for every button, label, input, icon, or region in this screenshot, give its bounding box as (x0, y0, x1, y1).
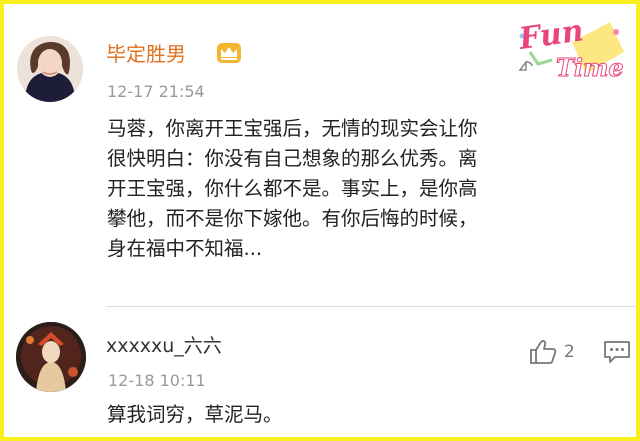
comment-time: 12-18 10:11 (108, 371, 206, 390)
funtime-logo: Fun Time (512, 12, 630, 90)
comment-line: 开王宝强，你什么都不是。事实上，是你高 (107, 177, 478, 200)
comment-text: 算我词穷，草泥马。 (107, 400, 617, 430)
comment-text: 马蓉，你离开王宝强后，无情的现实会让你 很快明白：你没有自己想象的那么优秀。离 … (107, 114, 617, 264)
logo-word-time: Time (556, 53, 624, 82)
avatar[interactable] (16, 322, 86, 392)
username[interactable]: 毕定胜男 (106, 38, 186, 67)
comment-line: 算我词穷，草泥马。 (107, 403, 283, 426)
comment-line: 身在福中不知福... (107, 237, 263, 260)
comment-line: 攀他，而不是你下嫁他。有你后悔的时候， (107, 207, 478, 230)
comment-time: 12-17 21:54 (107, 82, 205, 101)
reply-icon[interactable] (603, 340, 631, 364)
screenshot-frame: 毕定胜男 12-17 21:54 马蓉，你离开王宝强后，无情的现实会让你 很快明… (0, 0, 640, 441)
username[interactable]: xxxxxu_六六 (106, 331, 222, 358)
comment-item: xxxxxu_六六 12-18 10:11 2 算我词穷，草泥马。 (4, 314, 636, 437)
logo-word-fun: Fun (516, 13, 586, 57)
thumbs-up-icon[interactable] (528, 339, 558, 365)
crown-icon (216, 42, 242, 64)
like-count: 2 (564, 342, 575, 362)
divider (106, 306, 636, 307)
avatar[interactable] (17, 36, 83, 102)
comment-line: 很快明白：你没有自己想象的那么优秀。离 (107, 147, 478, 170)
comment-line: 马蓉，你离开王宝强后，无情的现实会让你 (107, 117, 478, 140)
